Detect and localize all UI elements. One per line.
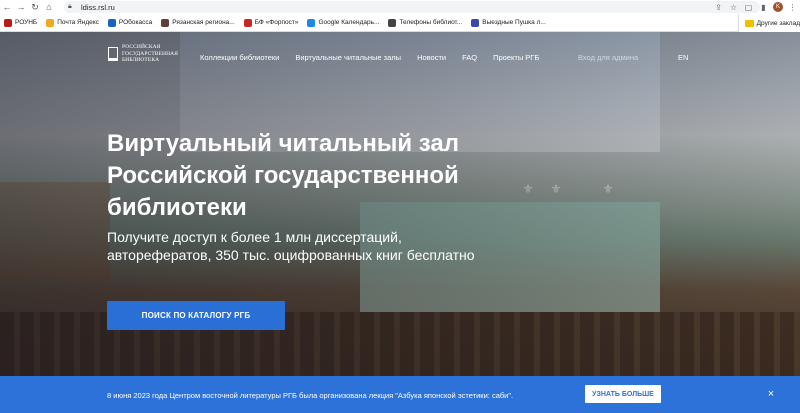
bookmark-item[interactable]: Выездные Пушка л... bbox=[471, 18, 546, 27]
banner-text: 8 июня 2023 года Центром восточной литер… bbox=[107, 391, 514, 400]
bookmark-favicon-icon bbox=[471, 18, 480, 27]
learn-more-button[interactable]: УЗНАТЬ БОЛЬШЕ bbox=[585, 385, 661, 403]
share-icon[interactable]: ⇪ bbox=[713, 2, 724, 13]
bookmark-item[interactable]: Телефоны библиот... bbox=[388, 18, 463, 27]
bookmark-item[interactable]: Почта Яндекс bbox=[46, 18, 99, 27]
main-nav: Коллекции библиотеки Виртуальные читальн… bbox=[200, 53, 539, 62]
catalog-search-button[interactable]: ПОИСК ПО КАТАЛОГУ РГБ bbox=[107, 301, 285, 330]
hero-title: Виртуальный читальный зал Российской гос… bbox=[107, 130, 459, 221]
nav-link-virtual-halls[interactable]: Виртуальные читальные залы bbox=[295, 53, 401, 62]
admin-login-link[interactable]: Вход для админа bbox=[578, 53, 638, 62]
other-bookmarks[interactable]: Другие заклад bbox=[737, 14, 800, 32]
bookmark-favicon-icon bbox=[107, 18, 116, 27]
bookmark-favicon-icon bbox=[46, 18, 55, 27]
back-icon[interactable]: ← bbox=[0, 0, 14, 14]
bookmark-label: Google Календарь... bbox=[318, 19, 380, 26]
logo-text: Российская государственная библиотека bbox=[122, 44, 179, 63]
bookmarks-bar: РОУНБ Почта Яндекс РОбокасса Рязанская р… bbox=[0, 14, 800, 32]
bookmark-item[interactable]: РОУНБ bbox=[4, 18, 38, 27]
logo-mark-icon bbox=[108, 46, 118, 61]
reload-icon[interactable]: ↻ bbox=[28, 0, 42, 14]
bookmark-label: Телефоны библиот... bbox=[399, 19, 463, 26]
browser-toolbar: ← → ↻ ⌂ 🔒︎ ldiss.rsl.ru ⇪ ☆ ▢ ▮ K ⋮ bbox=[0, 0, 800, 14]
bookmark-item[interactable]: Google Календарь... bbox=[307, 18, 380, 27]
forward-icon[interactable]: → bbox=[14, 0, 28, 14]
star-icon[interactable]: ☆ bbox=[728, 2, 739, 13]
close-icon[interactable]: × bbox=[764, 387, 778, 401]
folder-icon bbox=[744, 19, 754, 27]
bookmark-label: Рязанская региона... bbox=[172, 19, 235, 26]
bookmark-favicon-icon bbox=[388, 18, 397, 27]
bookmark-item[interactable]: Рязанская региона... bbox=[161, 18, 235, 27]
home-icon[interactable]: ⌂ bbox=[42, 0, 56, 14]
lock-icon[interactable]: 🔒︎ bbox=[68, 3, 77, 12]
address-bar[interactable]: 🔒︎ ldiss.rsl.ru bbox=[64, 1, 760, 13]
bookmark-label: РОбокасса bbox=[118, 19, 153, 26]
bookmark-favicon-icon bbox=[4, 18, 12, 27]
bookmark-favicon-icon bbox=[307, 18, 316, 27]
menu-icon[interactable]: ⋮ bbox=[787, 2, 798, 13]
bookmark-label: РОУНБ bbox=[15, 19, 38, 26]
rgb-logo[interactable]: Российская государственная библиотека bbox=[108, 44, 202, 64]
bookmark-label: Почта Яндекс bbox=[57, 19, 99, 26]
other-bookmarks-label: Другие заклад bbox=[756, 19, 800, 27]
bookmark-favicon-icon bbox=[243, 18, 252, 27]
news-banner: 8 июня 2023 года Центром восточной литер… bbox=[0, 376, 800, 413]
extension-icon[interactable]: ▢ bbox=[743, 2, 754, 13]
bookmark-favicon-icon bbox=[161, 18, 170, 27]
browser-actions: ⇪ ☆ ▢ ▮ K ⋮ bbox=[713, 0, 798, 14]
bookmark-item[interactable]: РОбокасса bbox=[107, 18, 153, 27]
url-text[interactable]: ldiss.rsl.ru bbox=[81, 3, 115, 12]
nav-link-faq[interactable]: FAQ bbox=[462, 53, 477, 62]
nav-link-projects[interactable]: Проекты РГБ bbox=[493, 53, 539, 62]
sidebar-icon[interactable]: ▮ bbox=[758, 2, 769, 13]
bookmark-item[interactable]: БФ «Форпост» bbox=[243, 18, 299, 27]
site-header: Российская государственная библиотека Ко… bbox=[0, 32, 800, 78]
nav-link-collections[interactable]: Коллекции библиотеки bbox=[200, 53, 279, 62]
bookmark-label: БФ «Форпост» bbox=[254, 19, 299, 26]
nav-link-news[interactable]: Новости bbox=[417, 53, 446, 62]
profile-avatar[interactable]: K bbox=[773, 2, 783, 12]
bookmark-label: Выездные Пушка л... bbox=[482, 19, 546, 26]
language-switch[interactable]: EN bbox=[678, 53, 688, 62]
hero-subtitle: Получите доступ к более 1 млн диссертаци… bbox=[107, 229, 475, 263]
